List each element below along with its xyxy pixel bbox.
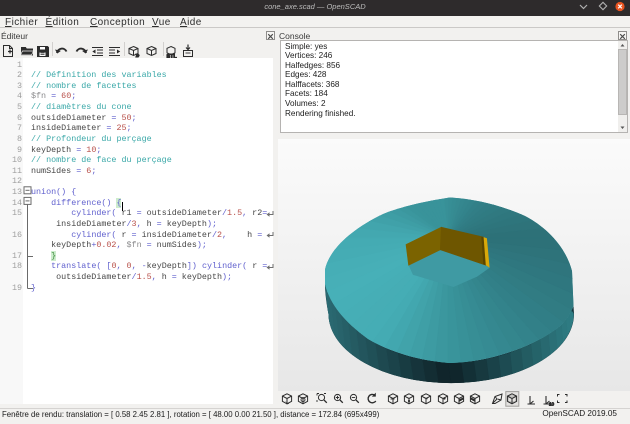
svg-text:10: 10 — [549, 402, 555, 407]
